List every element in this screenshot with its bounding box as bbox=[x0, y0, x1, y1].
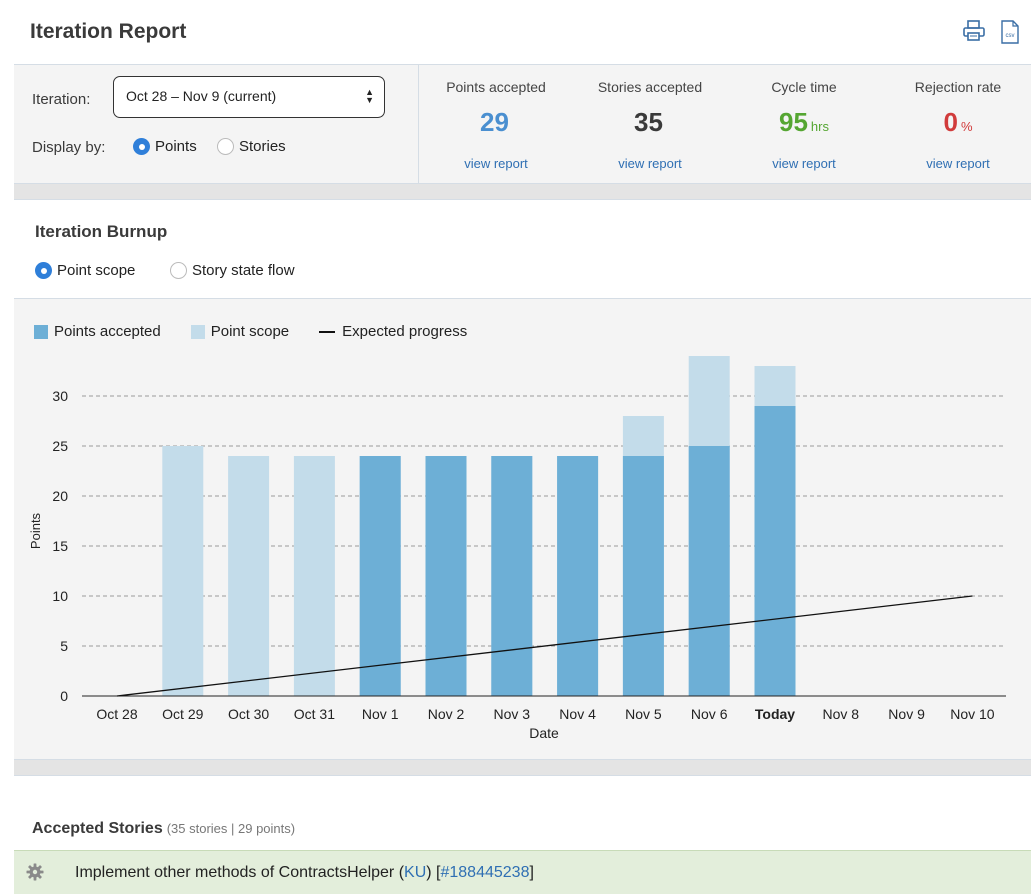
accepted-stories-title: Accepted Stories (35 stories | 29 points) bbox=[32, 820, 296, 837]
x-tick-label: Nov 5 bbox=[625, 706, 662, 722]
display-stories-radio[interactable]: Stories bbox=[217, 138, 286, 155]
page-title: Iteration Report bbox=[30, 20, 187, 43]
metric-label: Points accepted bbox=[446, 79, 546, 95]
story-owner-link[interactable]: KU bbox=[404, 864, 426, 881]
x-tick-label: Oct 30 bbox=[228, 706, 269, 722]
story-state-flow-radio[interactable]: Story state flow bbox=[170, 262, 295, 279]
legend-line-swatch bbox=[319, 330, 336, 333]
view-report-link[interactable]: view report bbox=[881, 156, 1031, 171]
burnup-chart: 0 5 10 15 20 25 30 Oct 28 Oct 29 Oct 30 Oct 31 Nov … bbox=[28, 356, 1006, 741]
legend-label: Expected progress bbox=[342, 323, 468, 340]
y-tick-label: 10 bbox=[52, 588, 68, 604]
accepted-bar bbox=[425, 456, 467, 696]
x-tick-label: Nov 2 bbox=[428, 706, 465, 722]
report-header: Iteration Report csv bbox=[0, 0, 1031, 64]
legend-swatch bbox=[34, 324, 48, 339]
accepted-bar bbox=[491, 456, 533, 696]
metric-value: 0% bbox=[943, 107, 973, 137]
point-scope-radio[interactable]: Point scope bbox=[35, 262, 135, 279]
y-axis-title: Points bbox=[28, 512, 43, 549]
story-state-flow-label: Story state flow bbox=[192, 262, 295, 279]
gear-icon[interactable] bbox=[26, 863, 44, 881]
display-points-label: Points bbox=[155, 138, 197, 155]
x-tick-label: Nov 10 bbox=[950, 706, 995, 722]
display-stories-label: Stories bbox=[239, 138, 286, 155]
legend-swatch bbox=[190, 324, 205, 339]
accepted-bar bbox=[622, 456, 664, 696]
burnup-chart-panel: 0 5 10 15 20 25 30 Oct 28 Oct 29 Oct 30 Oct 31 Nov … bbox=[14, 298, 1031, 760]
printer-icon[interactable] bbox=[962, 20, 986, 42]
y-tick-label: 25 bbox=[52, 438, 68, 454]
scope-bar bbox=[228, 456, 270, 696]
metric-label: Stories accepted bbox=[597, 79, 703, 95]
x-tick-label: Today bbox=[755, 706, 795, 722]
iteration-select-value: Oct 28 – Nov 9 (current) bbox=[126, 88, 277, 104]
view-report-link[interactable]: view report bbox=[573, 156, 727, 171]
iteration-select[interactable]: Oct 28 – Nov 9 (current) ▲ ▼ bbox=[113, 76, 385, 118]
legend-points-accepted[interactable]: Points accepted bbox=[34, 323, 161, 340]
iteration-label: Iteration: bbox=[32, 91, 91, 108]
metric-cycle-time: Cycle time 95 hrs view report bbox=[727, 65, 881, 185]
report-controls: Iteration: Oct 28 – Nov 9 (current) ▲ ▼ D… bbox=[14, 65, 419, 185]
x-tick-label: Nov 8 bbox=[823, 706, 860, 722]
story-title: Implement other methods of ContractsHelp… bbox=[75, 864, 534, 881]
x-tick-label: Oct 29 bbox=[162, 706, 203, 722]
section-divider bbox=[14, 760, 1031, 776]
radio-unselected-icon bbox=[217, 138, 234, 155]
metric-label: Cycle time bbox=[771, 79, 837, 95]
point-scope-label: Point scope bbox=[57, 262, 136, 279]
display-by-label: Display by: bbox=[32, 139, 106, 156]
story-row[interactable]: Implement other methods of ContractsHelp… bbox=[14, 850, 1031, 894]
display-points-radio[interactable]: Points bbox=[133, 138, 197, 155]
legend-point-scope[interactable]: Point scope bbox=[190, 323, 290, 340]
accepted-bar bbox=[359, 456, 401, 696]
x-tick-label: Oct 28 bbox=[96, 706, 137, 722]
metric-value: 95 hrs bbox=[779, 107, 829, 137]
scope-bar bbox=[293, 456, 335, 696]
x-tick-label: Nov 9 bbox=[888, 706, 925, 722]
y-tick-label: 20 bbox=[52, 488, 68, 504]
metric-label: Rejection rate bbox=[914, 79, 1002, 95]
story-id-link[interactable]: #188445238 bbox=[440, 864, 529, 881]
accepted-bar bbox=[688, 446, 730, 696]
y-tick-label: 0 bbox=[60, 688, 68, 704]
x-axis-title: Date bbox=[529, 725, 559, 741]
legend-label: Point scope bbox=[210, 323, 290, 340]
view-report-link[interactable]: view report bbox=[727, 156, 881, 171]
metric-value: 29 bbox=[480, 107, 509, 137]
radio-selected-icon bbox=[133, 138, 150, 155]
accepted-bar bbox=[557, 456, 599, 696]
scope-bar bbox=[162, 446, 204, 696]
accepted-bar bbox=[754, 406, 796, 696]
chart-legend: Points accepted Point scope Expected pro… bbox=[34, 323, 497, 340]
metric-rejection-rate: Rejection rate 0% view report bbox=[881, 65, 1031, 185]
x-tick-label: Nov 6 bbox=[691, 706, 728, 722]
legend-label: Points accepted bbox=[54, 323, 161, 340]
y-tick-label: 5 bbox=[60, 638, 68, 654]
x-tick-label: Nov 4 bbox=[559, 706, 596, 722]
y-tick-label: 30 bbox=[52, 388, 68, 404]
metric-points-accepted: Points accepted 29 view report bbox=[419, 65, 573, 185]
radio-unselected-icon bbox=[170, 262, 187, 279]
csv-file-icon[interactable]: csv bbox=[1000, 20, 1020, 44]
csv-icon-label: csv bbox=[1006, 33, 1015, 39]
section-divider bbox=[14, 184, 1031, 200]
metric-stories-accepted: Stories accepted 35 view report bbox=[573, 65, 727, 185]
metric-value: 35 bbox=[634, 107, 663, 137]
radio-selected-icon bbox=[35, 262, 52, 279]
x-tick-label: Oct 31 bbox=[294, 706, 335, 722]
legend-expected-progress[interactable]: Expected progress bbox=[319, 323, 467, 340]
iteration-summary: Iteration: Oct 28 – Nov 9 (current) ▲ ▼ D… bbox=[14, 64, 1031, 185]
y-tick-label: 15 bbox=[52, 538, 68, 554]
view-report-link[interactable]: view report bbox=[419, 156, 573, 171]
x-tick-label: Nov 3 bbox=[494, 706, 531, 722]
accepted-stories-summary: (35 stories | 29 points) bbox=[166, 821, 296, 836]
burnup-title: Iteration Burnup bbox=[35, 222, 168, 241]
select-arrows-icon: ▲ ▼ bbox=[365, 87, 374, 105]
x-tick-label: Nov 1 bbox=[362, 706, 399, 722]
